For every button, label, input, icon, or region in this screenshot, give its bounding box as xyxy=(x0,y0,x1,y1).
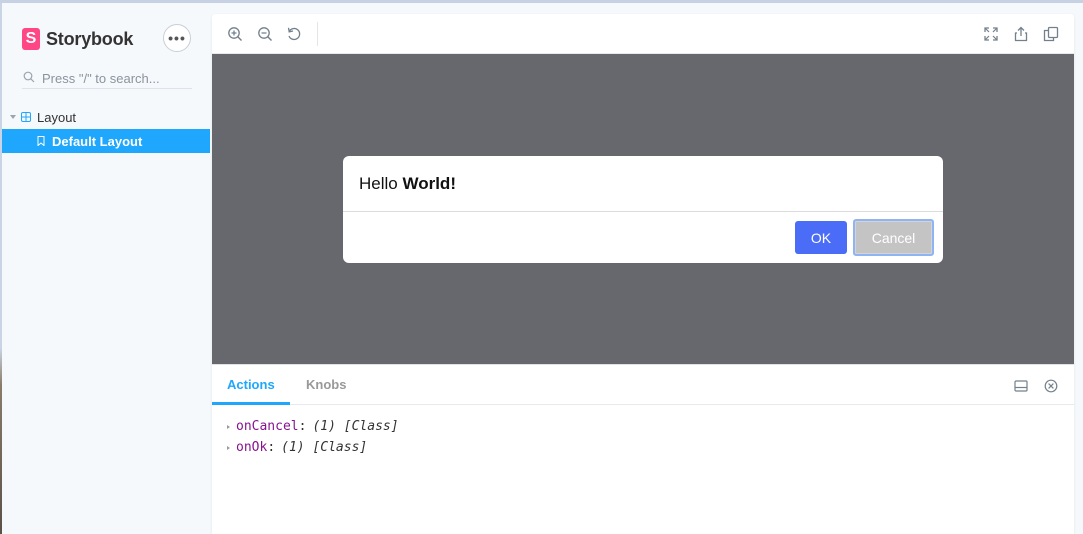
addons-tabs: Actions Knobs xyxy=(212,365,1074,405)
main-panel: Hello World! OK Cancel Actions Knobs onC… xyxy=(212,14,1074,534)
log-name: onCancel xyxy=(236,419,299,434)
sidebar: S Storybook ••• Layout Default Layout xyxy=(2,3,210,534)
log-colon: : xyxy=(298,419,307,434)
log-colon: : xyxy=(267,440,276,455)
tree-item-label: Default Layout xyxy=(52,133,143,149)
brand[interactable]: S Storybook xyxy=(22,27,133,51)
share-icon[interactable] xyxy=(1013,26,1029,42)
search-input[interactable] xyxy=(42,69,190,87)
cancel-button[interactable]: Cancel xyxy=(853,219,934,256)
more-icon: ••• xyxy=(168,30,186,46)
tab-knobs[interactable]: Knobs xyxy=(291,365,361,405)
component-icon xyxy=(21,112,31,122)
ok-button[interactable]: OK xyxy=(795,221,847,254)
sidebar-menu-button[interactable]: ••• xyxy=(163,24,191,52)
expand-arrow-icon[interactable] xyxy=(227,424,230,429)
caret-down-icon xyxy=(10,115,16,119)
log-row[interactable]: onCancel: (1) [Class] xyxy=(227,416,399,437)
copy-icon[interactable] xyxy=(1043,26,1059,42)
zoom-in-icon[interactable] xyxy=(227,26,243,42)
dialog: Hello World! OK Cancel xyxy=(343,156,943,263)
search-box xyxy=(22,67,192,89)
preview-canvas: Hello World! OK Cancel xyxy=(212,54,1074,364)
close-panel-icon[interactable] xyxy=(1044,379,1058,393)
search-icon xyxy=(23,71,35,83)
tree-item-default-layout[interactable]: Default Layout xyxy=(2,129,210,153)
addons-panel: Actions Knobs onCancel: (1) [Class] onOk… xyxy=(212,364,1074,534)
storybook-logo-icon: S xyxy=(22,28,40,50)
actions-log: onCancel: (1) [Class] onOk: (1) [Class] xyxy=(227,416,399,458)
panel-layout-icon[interactable] xyxy=(1014,379,1028,393)
dialog-footer: OK Cancel xyxy=(343,212,943,263)
log-value: (1) [Class] xyxy=(281,440,368,455)
tree-group-layout[interactable]: Layout xyxy=(2,105,210,129)
expand-arrow-icon[interactable] xyxy=(227,445,230,450)
dialog-message-prefix: Hello xyxy=(359,174,403,193)
bookmark-icon xyxy=(37,136,45,146)
zoom-out-icon[interactable] xyxy=(257,26,273,42)
dialog-message-bold: World! xyxy=(402,174,456,193)
log-row[interactable]: onOk: (1) [Class] xyxy=(227,437,399,458)
dialog-body: Hello World! xyxy=(343,156,943,212)
brand-name: Storybook xyxy=(46,28,134,49)
toolbar-separator xyxy=(317,22,318,46)
log-name: onOk xyxy=(236,440,268,455)
tab-actions[interactable]: Actions xyxy=(212,365,290,405)
zoom-reset-icon[interactable] xyxy=(286,26,302,42)
fullscreen-icon[interactable] xyxy=(983,26,999,42)
story-tree: Layout Default Layout xyxy=(2,105,210,153)
log-value: (1) [Class] xyxy=(312,419,399,434)
preview-toolbar xyxy=(212,14,1074,54)
tree-group-label: Layout xyxy=(37,109,77,125)
